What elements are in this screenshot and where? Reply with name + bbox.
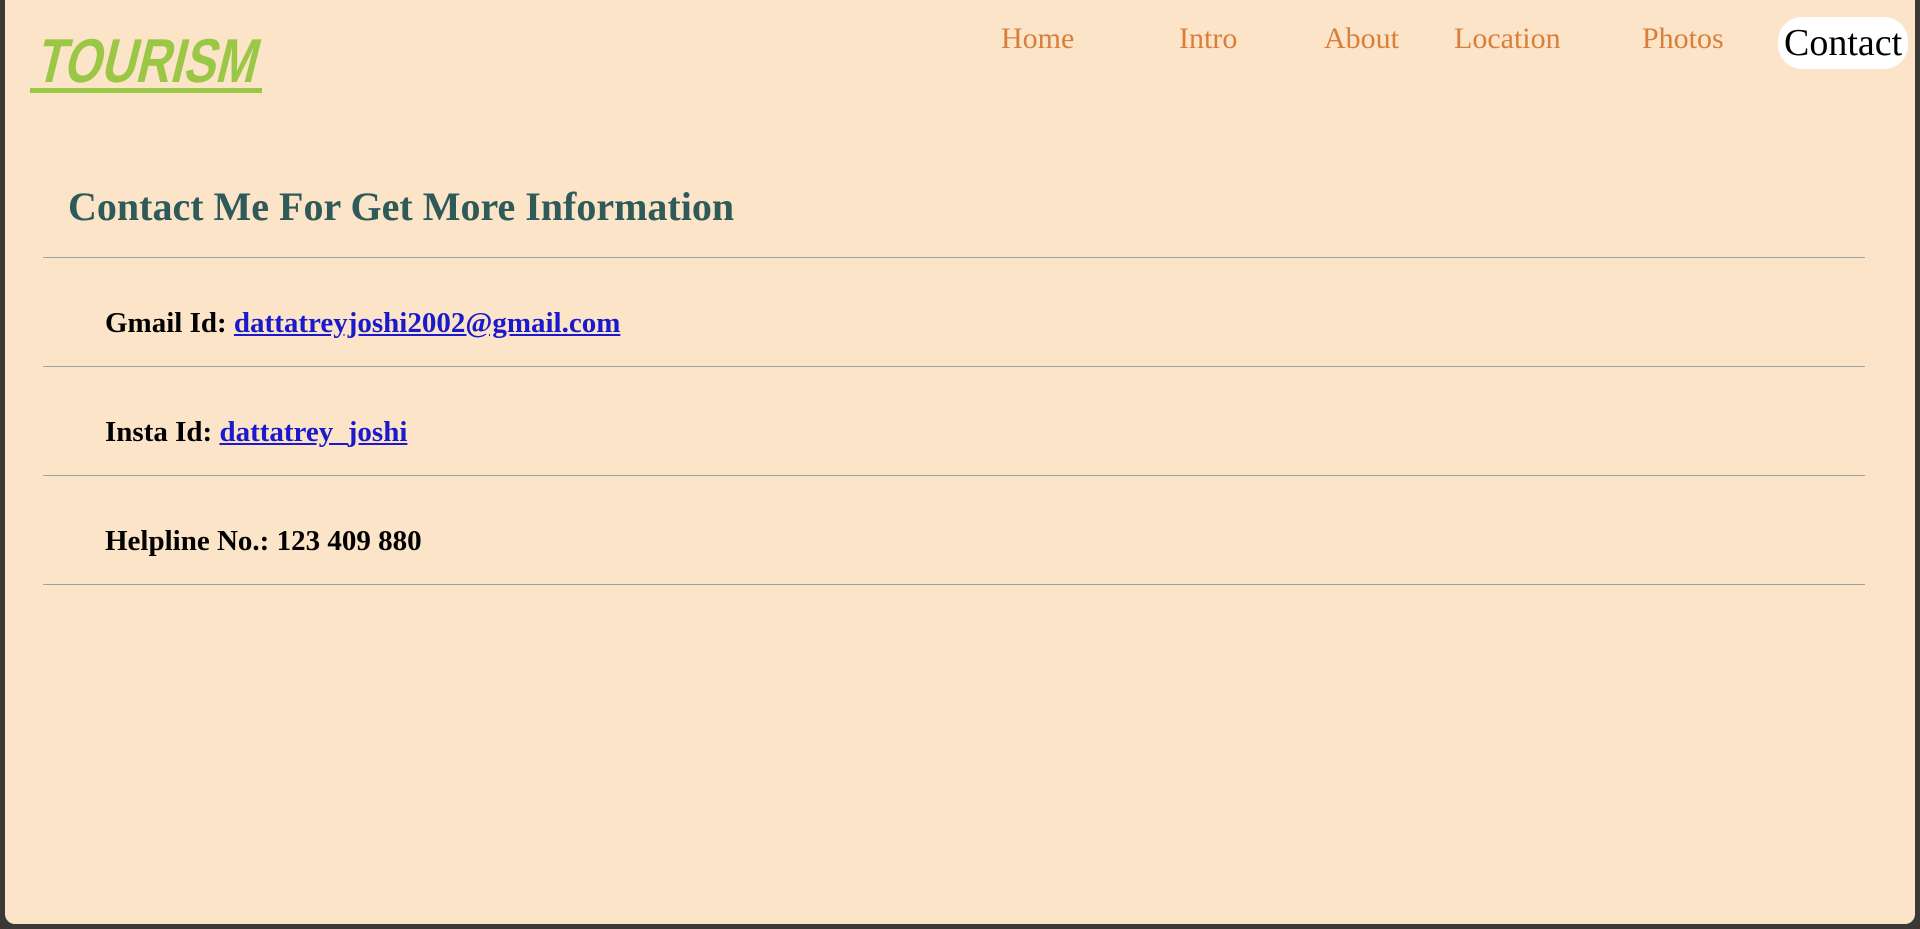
- insta-label: Insta Id:: [105, 416, 213, 448]
- nav-home[interactable]: Home: [1001, 22, 1074, 56]
- nav-location[interactable]: Location: [1454, 22, 1561, 56]
- divider: [43, 475, 1865, 476]
- divider: [43, 257, 1865, 258]
- page-title: Contact Me For Get More Information: [68, 184, 735, 229]
- helpline-number: 123 409 880: [276, 525, 422, 557]
- nav-about[interactable]: About: [1324, 22, 1399, 56]
- divider: [43, 584, 1865, 585]
- insta-link[interactable]: dattatrey_joshi: [219, 416, 407, 448]
- divider: [43, 366, 1865, 367]
- top-nav: Home Intro About Location Photos Contact: [5, 0, 1915, 90]
- gmail-row: Gmail Id: dattatreyjoshi2002@gmail.com: [105, 307, 620, 340]
- insta-row: Insta Id: dattatrey_joshi: [105, 416, 407, 449]
- nav-contact[interactable]: Contact: [1778, 17, 1909, 69]
- nav-photos[interactable]: Photos: [1642, 22, 1724, 56]
- helpline-label: Helpline No.:: [105, 525, 270, 557]
- helpline-row: Helpline No.: 123 409 880: [105, 525, 422, 558]
- page: TOURISM Home Intro About Location Photos…: [5, 0, 1915, 924]
- gmail-link[interactable]: dattatreyjoshi2002@gmail.com: [234, 307, 620, 339]
- gmail-label: Gmail Id:: [105, 307, 227, 339]
- nav-intro[interactable]: Intro: [1179, 22, 1237, 56]
